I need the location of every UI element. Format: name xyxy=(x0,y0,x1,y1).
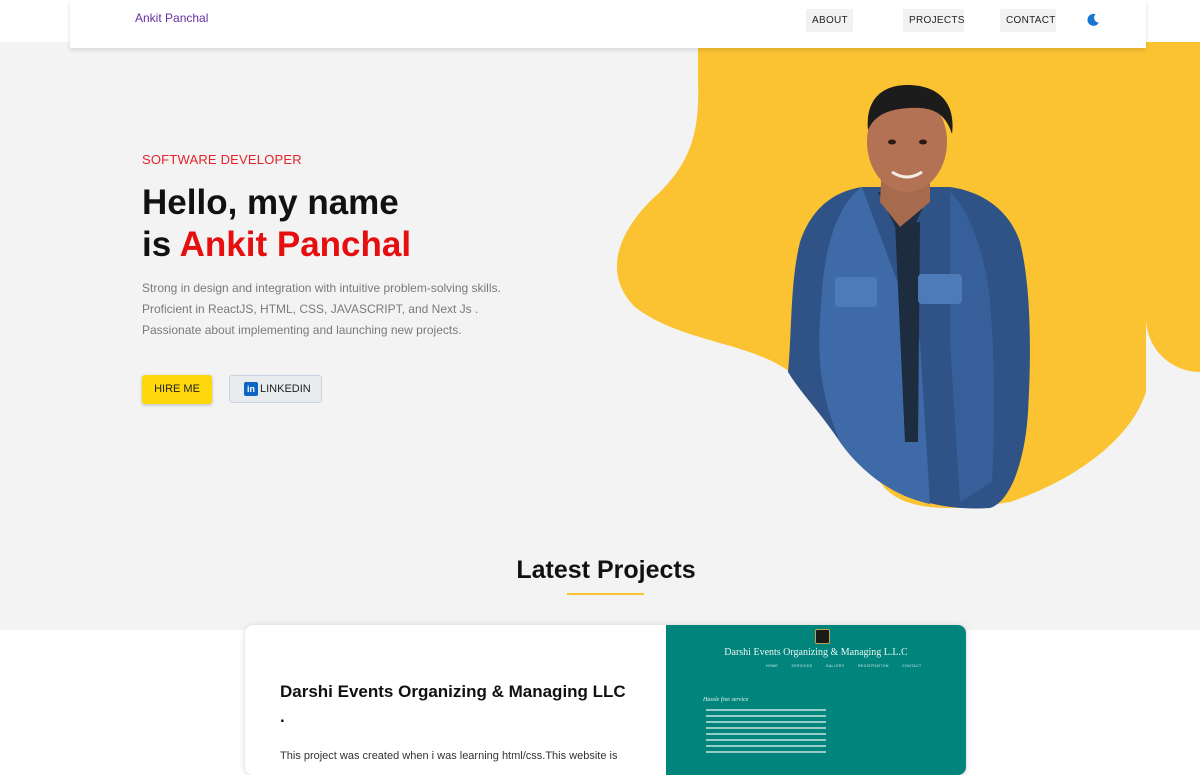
hero-title-line2: is Ankit Panchal xyxy=(142,224,411,266)
thumbnail-nav-item: CONTACT xyxy=(902,664,922,668)
nav-contact-link[interactable]: CONTACT xyxy=(1000,9,1056,32)
linkedin-label: LINKEDIN xyxy=(260,383,311,395)
thumbnail-nav-item: GALLERY xyxy=(825,664,845,668)
nav-projects-link[interactable]: PROJECTS xyxy=(903,9,964,32)
project-title: Darshi Events Organizing & Managing LLC … xyxy=(280,682,626,726)
thumbnail-nav-item: SERVICES xyxy=(791,664,813,668)
thumbnail-nav-item: REGISTRATION xyxy=(857,664,889,668)
hero-role: SOFTWARE DEVELOPER xyxy=(142,152,302,167)
thumbnail-subtitle: Hassle free service xyxy=(703,697,749,703)
hero-desc-line: Strong in design and integration with in… xyxy=(142,281,501,295)
hire-me-button[interactable]: HIRE ME xyxy=(142,375,212,404)
hero-illustration xyxy=(616,42,1146,509)
hero-title-prefix: is xyxy=(142,225,180,264)
nav-about-link[interactable]: ABOUT xyxy=(806,9,853,32)
thumbnail-nav: HOME SERVICES GALLERY REGISTRATION CONTA… xyxy=(766,664,934,668)
decorative-blob-right xyxy=(1146,42,1200,372)
brand-link[interactable]: Ankit Panchal xyxy=(135,11,208,25)
hero-title-line1: Hello, my name xyxy=(142,183,399,222)
moon-icon[interactable] xyxy=(1086,13,1100,27)
thumbnail-nav-item: HOME xyxy=(766,664,779,668)
thumbnail-logo xyxy=(815,629,830,644)
hero-name: Ankit Panchal xyxy=(179,225,412,264)
navbar: Ankit Panchal ABOUT PROJECTS CONTACT xyxy=(70,0,1146,48)
hero-description: Strong in design and integration with in… xyxy=(142,278,542,341)
linkedin-button[interactable]: in LINKEDIN xyxy=(229,375,322,403)
thumbnail-text-lines xyxy=(706,709,826,757)
latest-projects-heading: Latest Projects xyxy=(516,556,696,584)
project-thumbnail[interactable]: Darshi Events Organizing & Managing L.L.… xyxy=(666,625,966,775)
hero-title: Hello, my name is Ankit Panchal xyxy=(142,182,411,266)
heading-underline xyxy=(567,593,644,595)
project-description: This project was created when i was lear… xyxy=(280,750,618,762)
linkedin-icon: in xyxy=(244,382,258,396)
hero-desc-line: Proficient in ReactJS, HTML, CSS, JAVASC… xyxy=(142,302,479,316)
hero-desc-line: Passionate about implementing and launch… xyxy=(142,323,462,337)
project-card[interactable]: Darshi Events Organizing & Managing LLC … xyxy=(245,625,966,775)
thumbnail-title: Darshi Events Organizing & Managing L.L.… xyxy=(724,647,908,658)
